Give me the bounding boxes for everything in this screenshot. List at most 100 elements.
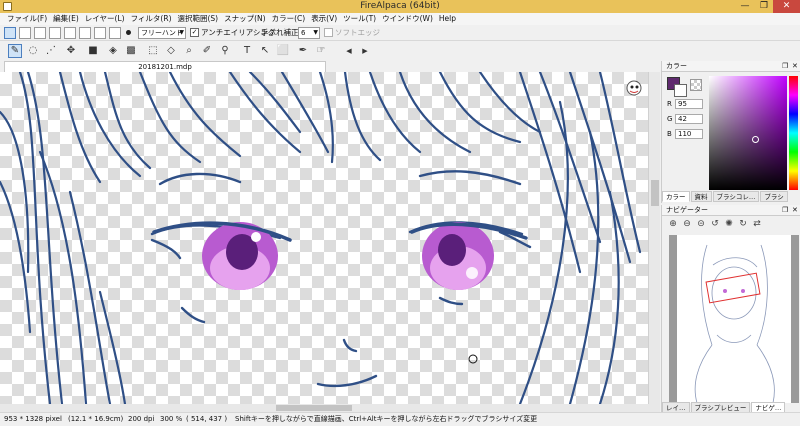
panel-close-icon[interactable]: ✕ xyxy=(792,205,798,216)
zoom-in-icon[interactable]: ⊕ xyxy=(666,219,680,233)
stabilizer-select[interactable]: 6 ▼ xyxy=(298,27,320,39)
operation-tool-icon[interactable]: ↖ xyxy=(258,44,272,58)
right-eye xyxy=(422,222,494,290)
stabilizer-label: 手ぶれ補正 xyxy=(261,28,299,37)
close-button[interactable]: ✕ xyxy=(773,0,800,13)
menu-snap[interactable]: スナップ(N) xyxy=(221,13,268,25)
panel-close-icon[interactable]: ✕ xyxy=(792,61,798,72)
horizontal-scrollbar[interactable] xyxy=(0,404,660,412)
color-panel-header: カラー ❐ ✕ xyxy=(662,61,800,72)
menu-view[interactable]: 表示(V) xyxy=(308,13,340,25)
bucket-tool-icon[interactable]: ◈ xyxy=(106,44,120,58)
cursor-ring-icon xyxy=(468,354,478,364)
move-tool-icon[interactable]: ✥ xyxy=(64,44,78,58)
b-label: B xyxy=(667,130,672,138)
menu-window[interactable]: ウインドウ(W) xyxy=(379,13,436,25)
window-title: FireAlpaca (64bit) xyxy=(360,1,440,11)
lasso-tool-icon[interactable]: ◇ xyxy=(164,44,178,58)
fill-shape-tool-icon[interactable]: ■ xyxy=(86,44,100,58)
chevron-down-icon: ▼ xyxy=(313,29,318,36)
eyedropper-tool-icon[interactable]: ✒ xyxy=(296,44,310,58)
tab-color[interactable]: カラー xyxy=(662,191,690,202)
background-color-swatch[interactable] xyxy=(674,84,687,97)
antialias-checkbox[interactable]: ✓ xyxy=(190,28,199,37)
menu-help[interactable]: Help xyxy=(436,13,459,25)
saturation-value-picker[interactable] xyxy=(709,76,787,190)
hue-slider[interactable] xyxy=(789,76,798,190)
panel-restore-icon[interactable]: ❐ xyxy=(782,61,788,72)
brush-tool-icon[interactable]: ✎ xyxy=(8,44,22,58)
snap-vanish-button[interactable] xyxy=(94,27,106,39)
brush-mode-select[interactable]: フリーハンド ▼ xyxy=(138,27,186,39)
soft-edge-checkbox[interactable] xyxy=(324,28,333,37)
panel-restore-icon[interactable]: ❐ xyxy=(782,205,788,216)
color-panel-tabs: カラー 資料 ブラシコレ… ブラシ xyxy=(662,191,800,202)
drawing-canvas[interactable] xyxy=(0,72,648,404)
navigator-preview[interactable] xyxy=(669,235,799,404)
tools-toolbar: ✎ ◌ ⋰ ✥ ■ ◈ ▩ ⬚ ◇ ⌕ ✐ ⚲ T ↖ ⬜ ✒ ☞ ◀ ▶ xyxy=(0,41,800,60)
tab-material[interactable]: 資料 xyxy=(690,191,712,202)
picker-handle[interactable] xyxy=(752,136,759,143)
b-value-field[interactable]: 110 xyxy=(675,129,703,139)
color-panel-title: カラー xyxy=(666,62,687,70)
snap-off-button[interactable] xyxy=(4,27,16,39)
transparent-color-swatch[interactable] xyxy=(690,79,702,91)
menu-file[interactable]: ファイル(F) xyxy=(4,13,50,25)
next-frame-icon[interactable]: ▶ xyxy=(358,44,372,58)
minimize-button[interactable]: — xyxy=(735,0,755,13)
text-tool-icon[interactable]: T xyxy=(240,44,254,58)
magic-wand-tool-icon[interactable]: ⌕ xyxy=(182,44,196,58)
document-tab-row: 20181201.mdp xyxy=(0,60,660,72)
rotate-reset-icon[interactable]: ✺ xyxy=(722,219,736,233)
rotate-left-icon[interactable]: ↺ xyxy=(708,219,722,233)
color-panel: カラー ❐ ✕ R 95 G 42 B 110 カラー 資料 ブラシコレ… ブラ… xyxy=(661,61,800,203)
snap-settings-button[interactable] xyxy=(109,27,121,39)
soft-edge-label: ソフトエッジ xyxy=(335,28,380,37)
eraser-tool-icon[interactable]: ◌ xyxy=(26,44,40,58)
menu-color[interactable]: カラー(C) xyxy=(269,13,309,25)
select-eraser-tool-icon[interactable]: ⚲ xyxy=(218,44,232,58)
menu-select[interactable]: 選択範囲(S) xyxy=(175,13,222,25)
dot-tool-icon[interactable]: ⋰ xyxy=(44,44,58,58)
menu-layer[interactable]: レイヤー(L) xyxy=(82,13,128,25)
hair-strands xyxy=(0,72,642,404)
document-tab[interactable]: 20181201.mdp xyxy=(4,61,326,72)
navigator-panel-header: ナビゲーター ❐ ✕ xyxy=(662,205,800,216)
navigator-panel: ナビゲーター ❐ ✕ ⊕ ⊖ ⊝ ↺ ✺ ↻ ⇄ レイ… ブラシプレビュー ナビ… xyxy=(661,205,800,413)
vertical-scrollbar[interactable] xyxy=(648,72,660,404)
zoom-fit-icon[interactable]: ⊝ xyxy=(694,219,708,233)
tab-brush[interactable]: ブラシ xyxy=(760,191,788,202)
gradient-tool-icon[interactable]: ▩ xyxy=(124,44,138,58)
g-value-field[interactable]: 42 xyxy=(675,114,703,124)
select-tool-icon[interactable]: ⬚ xyxy=(146,44,160,58)
menu-bar: ファイル(F) 編集(E) レイヤー(L) フィルタ(R) 選択範囲(S) スナ… xyxy=(0,13,800,25)
status-hint: Shiftキーを押しながらで直線描画、Ctrl+Altキーを押しながら左右ドラッ… xyxy=(235,415,538,423)
snap-parallel-button[interactable] xyxy=(19,27,31,39)
menu-tool[interactable]: ツール(T) xyxy=(340,13,379,25)
zoom-out-icon[interactable]: ⊖ xyxy=(680,219,694,233)
select-pen-tool-icon[interactable]: ✐ xyxy=(200,44,214,58)
menu-edit[interactable]: 編集(E) xyxy=(50,13,82,25)
horizontal-scroll-thumb[interactable] xyxy=(276,405,352,411)
brush-dot-icon xyxy=(126,30,131,35)
snap-curve-button[interactable] xyxy=(79,27,91,39)
vertical-scroll-thumb[interactable] xyxy=(651,180,659,206)
prev-frame-icon[interactable]: ◀ xyxy=(342,44,356,58)
divide-tool-icon[interactable]: ⬜ xyxy=(276,44,290,58)
title-bar: FireAlpaca (64bit) — ❐ ✕ xyxy=(0,0,800,13)
snap-grid-button[interactable] xyxy=(34,27,46,39)
status-dpi: 200 dpi xyxy=(128,415,155,423)
rotate-right-icon[interactable]: ↻ xyxy=(736,219,750,233)
menu-filter[interactable]: フィルタ(R) xyxy=(128,13,175,25)
r-value-field[interactable]: 95 xyxy=(675,99,703,109)
flip-icon[interactable]: ⇄ xyxy=(750,219,764,233)
snap-radial-button[interactable] xyxy=(49,27,61,39)
navigator-page-thumbnail xyxy=(677,235,791,404)
snap-circle-button[interactable] xyxy=(64,27,76,39)
tab-brush-collection[interactable]: ブラシコレ… xyxy=(712,191,760,202)
status-coordinates: ( 514, 437 ) xyxy=(186,415,228,423)
maximize-button[interactable]: ❐ xyxy=(755,0,773,13)
status-bar: 953 * 1328 pixel (12.1 * 16.9cm) 200 dpi… xyxy=(0,412,800,426)
hand-tool-icon[interactable]: ☞ xyxy=(314,44,328,58)
status-canvas-size: 953 * 1328 pixel xyxy=(4,415,62,423)
